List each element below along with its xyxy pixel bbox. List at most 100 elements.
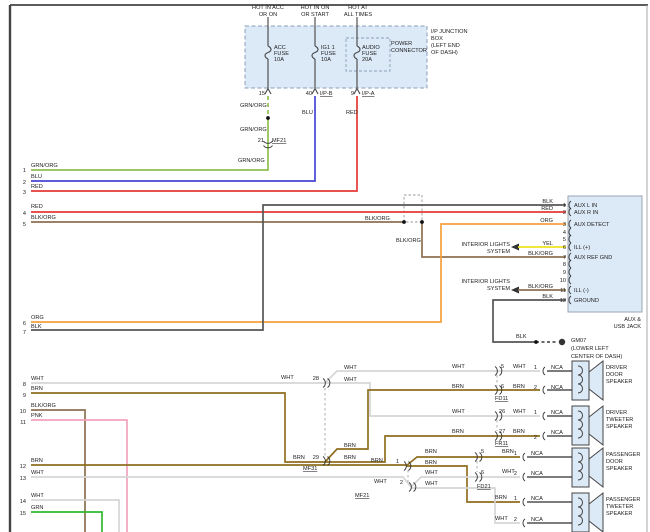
aux-pin-9: 9 [563,270,566,276]
wire-pnk-row11 [31,420,127,532]
conn-mf21-top[interactable]: MF21 [272,138,286,144]
fuse-audio-rating: 20A [362,57,372,63]
aux-fn-1: AUX L IN [574,203,597,209]
aux-title-1: AUX & [624,317,641,323]
wire-brn-fd11a: BRN [452,384,464,390]
mf21-top-pin21: 21 [258,138,264,144]
feed-acc-2: OR ON [259,12,277,18]
wire-red-1: RED [346,110,358,116]
interior-lights-1b: SYSTEM [487,249,510,255]
aux-pin-7: 7 [563,255,566,261]
fd21-pin6: 6 [481,470,484,476]
wire-wht-row13 [31,477,411,487]
spk-dd-3: SPEAKER [606,379,632,385]
wire-wht-fd11b: WHT [513,364,526,370]
aux-pin-2: 2 [563,210,566,216]
ip-pin15-terminal-icon [265,89,271,95]
interior-lights-2b: SYSTEM [487,286,510,292]
mf31-pin28: 28 [313,376,319,382]
aux-w1: BLK [542,199,553,205]
row5-color: BLK/ORG [31,215,56,221]
aux-fn-7: AUX REF GND [574,255,612,261]
row13-num: 13 [20,476,26,482]
feed-ign-2: OR START [301,12,329,18]
aux-fn-12: GROUND [574,298,599,304]
row5-num: 5 [23,222,26,228]
fr11-pin27: 27 [499,429,505,435]
wire-yel: YEL [542,241,553,247]
aux-pin-10: 10 [560,278,566,284]
row3-num: 3 [23,190,26,196]
wire-brn-fd11b: BRN [513,384,525,390]
aux-w3: ORG [540,218,553,224]
interior-lights-1a: INTERIOR LIGHTS [462,242,511,248]
dd-nca1: NCA [551,365,563,371]
pd-pin1: 1 [514,451,517,457]
speaker-icons [572,361,603,532]
wire-blkorg-3: BLK/ORG [396,238,421,244]
wire-wht-mf21b: WHT [425,470,438,476]
row6-color: ORG [31,315,44,321]
wire-blk-gnd: BLK [516,334,527,340]
spk-pd-2: DOOR [606,459,623,465]
feed-acc-1: HOT IN ACC [252,5,284,11]
ip-junction-4: OF DASH) [431,50,458,56]
interior-lights-arrow-1-icon [511,244,519,251]
terminal-bracket-icon [523,519,525,527]
power-connector-2: CONNECTOR [391,48,427,54]
row6-num: 6 [23,321,26,327]
aux-fn-3: AUX DETECT [574,222,610,228]
gm07-loc-1: (LOWER LEFT [571,346,609,352]
wire-wht-mf21c: WHT [425,481,438,487]
row1-num: 1 [23,168,26,174]
row4-num: 4 [23,211,26,217]
row13-color: WHT [31,470,44,476]
interior-lights-arrow-2-icon [511,287,519,294]
wiring-diagram-page: HOT IN ACCOR ONHOT IN ONOR STARTHOT ATAL… [0,0,650,532]
wire-wht-fd11a: WHT [452,364,465,370]
wire-grn-row15 [31,512,102,532]
conn-fd21[interactable]: FD21 [477,484,491,490]
conn-ipa[interactable]: I/P-A [362,91,375,97]
row10-color: BLK/ORG [31,403,56,409]
row15-color: GRN [31,505,43,511]
wire-brn-passenger-door [406,457,520,466]
conn-mf31[interactable]: MF31 [303,466,317,472]
feed-batt-1: HOT AT [348,5,368,11]
wire-brn-row9-driver-tweeter [31,393,540,462]
conn-mf21[interactable]: MF21 [355,493,369,499]
terminal-bracket-icon [543,412,545,420]
aux-fn-11: ILL (-) [574,288,589,294]
spk-dd-2: DOOR [606,372,623,378]
row8-color: WHT [31,376,44,382]
spk-pd-3: SPEAKER [606,466,632,472]
spk-pd-1: PASSENGER [606,452,640,458]
spk-dd-1: DRIVER [606,365,627,371]
wire-grnorg-row1 [31,118,268,170]
row1-color: GRN/ORG [31,163,58,169]
wire-blu-1: BLU [302,110,313,116]
feed-batt-2: ALL TIMES [344,12,373,18]
pt-nca2: NCA [531,517,543,523]
ip-junction-1: I/P JUNCTION [431,29,468,35]
dt-nca1: NCA [551,410,563,416]
wire-brn-mf21c: BRN [425,460,437,466]
wire-brn-mf31a: BRN [293,455,305,461]
driver-door-speaker-icon [572,361,603,400]
wire-wht-a: WHT [344,365,357,371]
row11-color: PNK [31,413,43,419]
aux-pin-5: 5 [563,237,566,243]
spk-pt-3: SPEAKER [606,511,632,517]
aux-pin-4: 4 [563,230,566,236]
terminal-bracket-icon [543,432,545,440]
row9-num: 9 [23,393,26,399]
aux-pin-12: 12 [560,298,566,304]
ip-pin9-terminal-icon [354,89,360,95]
conn-ipb[interactable]: I/P-B [320,91,333,97]
conn-fd11[interactable]: FD11 [495,396,508,402]
conn-fr11[interactable]: FR11 [495,441,508,447]
pd-pin2: 2 [514,471,517,477]
row7-color: BLK [31,324,42,330]
junction-dot [534,340,538,344]
junction-dot [266,116,270,120]
